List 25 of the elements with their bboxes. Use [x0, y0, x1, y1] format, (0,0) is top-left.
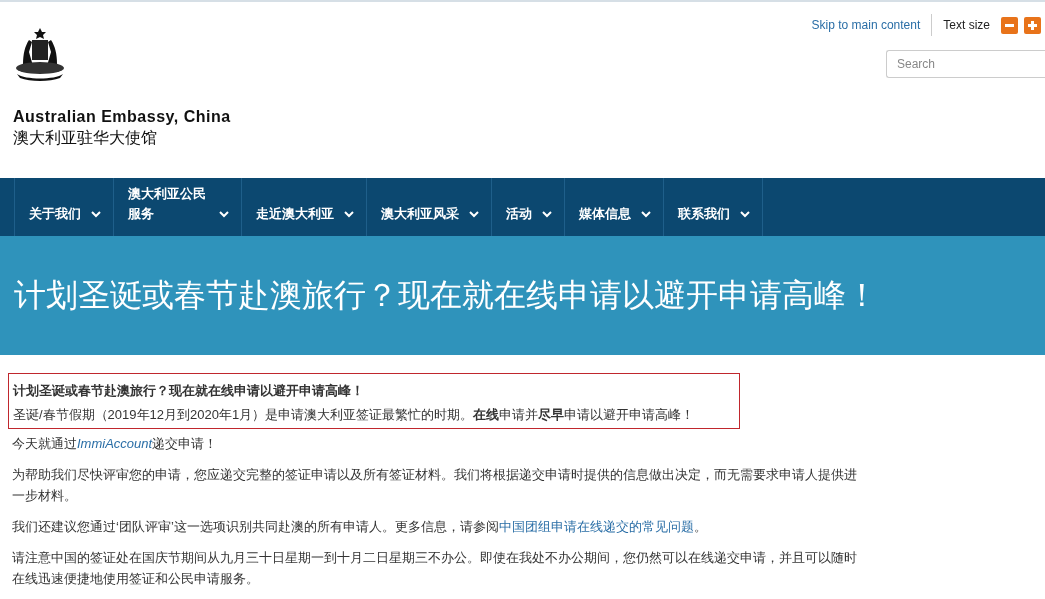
link[interactable]: ImmiAccount	[77, 436, 153, 451]
skip-link[interactable]: Skip to main content	[811, 14, 933, 36]
chevron-down-icon	[468, 211, 479, 218]
paragraph: 请注意中国的签证处在国庆节期间从九月三十日星期一到十月二日星期三不办公。即使在我处不办公期间，您仍然可以在线递交申请，并且可以随时在线迅速便捷地使用签证和公民申请服务。	[12, 549, 858, 588]
site-name: Australian Embassy, China	[13, 108, 231, 126]
decrease-text-button[interactable]	[1001, 16, 1018, 34]
chevron-down-icon	[640, 211, 651, 218]
chevron-down-icon	[541, 211, 552, 218]
paragraph: 我们还建议您通过‘团队评审’这一选项识别共同赴澳的所有申请人。更多信息，请参阅中国团组申请在线递交的常见问题。	[12, 518, 708, 536]
paragraph: 今天就通过ImmiAccount递交申请！	[12, 435, 219, 453]
paragraph: 为帮助我们尽快评审您的申请，您应递交完整的签证申请以及所有签证材料。我们将根据递交申请时提供的信息做出决定，而无需要求申请人提供进一步材料。	[12, 466, 858, 505]
chevron-down-icon	[343, 211, 354, 218]
site-name-chinese: 澳大利亚驻华大使馆	[13, 128, 158, 148]
search-field[interactable]: Search	[886, 50, 1045, 78]
plus-icon	[1028, 20, 1037, 30]
banner-title: 计划圣诞或春节赴澳旅行？现在就在线申请以避开申请高峰！	[14, 275, 878, 315]
text-size-label: Text size	[943, 18, 990, 32]
increase-text-button[interactable]	[1024, 16, 1041, 34]
chevron-down-icon	[739, 211, 750, 218]
notice-text: 圣诞/春节假期（2019年12月到2020年1月）是申请澳大利亚签证最繁忙的时期。在线申请并尽早申请以避开申请高峰！	[13, 406, 696, 424]
chevron-down-icon	[91, 211, 101, 218]
link[interactable]: 中国团组申请在线递交的常见问题	[498, 519, 694, 534]
chevron-down-icon	[218, 211, 229, 218]
notice-title: 计划圣诞或春节赴澳旅行？现在就在线申请以避开申请高峰！	[13, 382, 365, 400]
minus-icon	[1005, 23, 1014, 27]
